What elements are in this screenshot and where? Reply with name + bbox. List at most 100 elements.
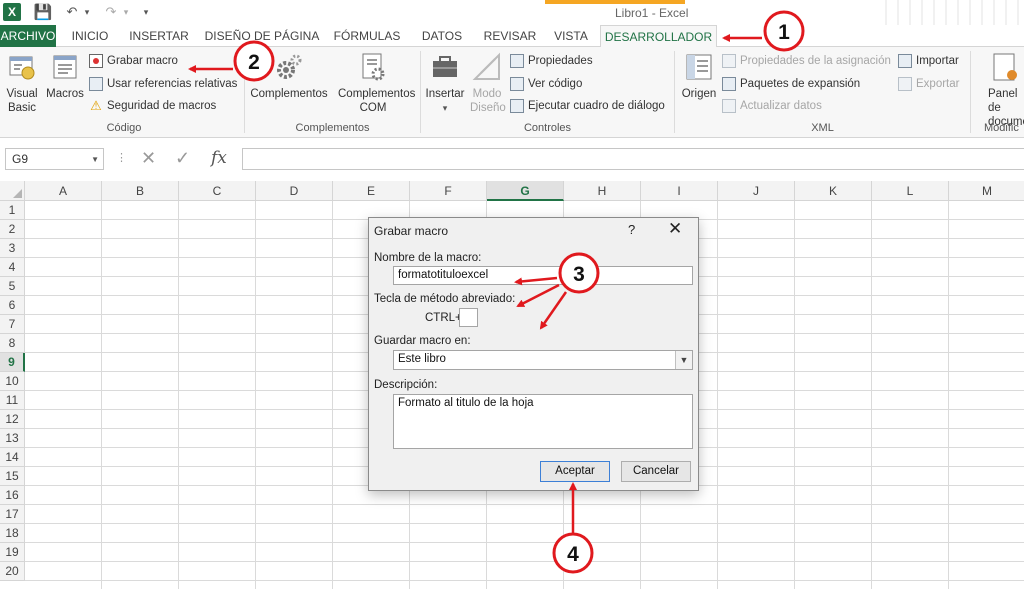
row-header[interactable]: 17 — [0, 505, 25, 524]
run-dialog-icon — [510, 99, 524, 113]
name-box-dropdown-icon[interactable]: ▼ — [91, 155, 99, 164]
row-header[interactable]: 11 — [0, 391, 25, 410]
tecla-metodo-label: Tecla de método abreviado: — [374, 293, 516, 305]
column-header[interactable]: H — [564, 181, 641, 201]
row-header[interactable]: 9 — [0, 353, 25, 372]
importar-button[interactable]: Importar — [898, 51, 959, 71]
complementos-button[interactable]: Complementos — [248, 51, 330, 101]
title-bar: X 💾 ↶ ▾ ↷ ▾ ▾ Libro1 - Excel — [0, 0, 1024, 25]
row-header[interactable]: 14 — [0, 448, 25, 467]
map-properties-icon — [722, 54, 736, 68]
origen-button[interactable]: Origen — [680, 51, 718, 101]
row-header[interactable]: 10 — [0, 372, 25, 391]
insertar-control-button[interactable]: Insertar ▾ — [424, 51, 466, 115]
paquetes-expansion-button[interactable]: Paquetes de expansión — [722, 74, 860, 94]
guardar-macro-select[interactable]: Este libro ▼ — [393, 350, 693, 370]
row-header[interactable]: 4 — [0, 258, 25, 277]
tab-diseno-pagina[interactable]: DISEÑO DE PÁGINA — [204, 25, 320, 47]
column-header[interactable]: A — [25, 181, 102, 201]
aceptar-button[interactable]: Aceptar — [540, 461, 610, 482]
column-header[interactable]: J — [718, 181, 795, 201]
tab-desarrollador[interactable]: DESARROLLADOR — [600, 25, 717, 48]
descripcion-textarea[interactable]: Formato al titulo de la hoja — [393, 394, 693, 449]
help-button[interactable]: ? — [628, 222, 635, 237]
chevron-down-icon[interactable]: ▼ — [675, 351, 692, 369]
tab-revisar[interactable]: REVISAR — [479, 25, 541, 47]
usar-referencias-button[interactable]: Usar referencias relativas — [89, 74, 237, 94]
macros-icon — [49, 51, 81, 83]
group-label-complementos: Complementos — [295, 122, 370, 134]
column-header[interactable]: G — [487, 181, 564, 201]
row-header[interactable]: 8 — [0, 334, 25, 353]
nombre-macro-input[interactable]: formatotituloexcel — [393, 266, 693, 285]
redo-dropdown-icon[interactable]: ▾ — [121, 3, 131, 21]
column-header[interactable]: F — [410, 181, 487, 201]
insert-function-icon[interactable]: fx — [211, 148, 227, 168]
row-header[interactable]: 12 — [0, 410, 25, 429]
propiedades-asignacion-button[interactable]: Propiedades de la asignación — [722, 51, 891, 71]
row-header[interactable]: 15 — [0, 467, 25, 486]
row-header[interactable]: 13 — [0, 429, 25, 448]
grabar-macro-button[interactable]: Grabar macro — [89, 51, 178, 71]
panel-documentos-button[interactable]: Panel de documen — [974, 51, 1024, 129]
customize-quick-access-icon[interactable]: ▾ — [141, 3, 151, 21]
ver-codigo-button[interactable]: Ver código — [510, 74, 582, 94]
visual-basic-button[interactable]: Visual Basic — [4, 51, 40, 115]
macros-button[interactable]: Macros — [44, 51, 86, 101]
exportar-button[interactable]: Exportar — [898, 74, 959, 94]
seguridad-macros-button[interactable]: ⚠ Seguridad de macros — [89, 96, 216, 116]
tab-datos[interactable]: DATOS — [416, 25, 468, 47]
propiedades-button[interactable]: Propiedades — [510, 51, 593, 71]
relative-references-icon — [89, 77, 103, 91]
row-header[interactable]: 19 — [0, 543, 25, 562]
refresh-data-icon — [722, 99, 736, 113]
column-header[interactable]: E — [333, 181, 410, 201]
column-header[interactable]: D — [256, 181, 333, 201]
row-header[interactable]: 5 — [0, 277, 25, 296]
enter-check-icon[interactable]: ✓ — [175, 148, 190, 169]
column-header[interactable]: C — [179, 181, 256, 201]
tab-inicio[interactable]: INICIO — [64, 25, 116, 47]
ctrl-label: CTRL+ — [425, 312, 462, 324]
name-box[interactable]: G9 ▼ — [5, 148, 104, 170]
column-header[interactable]: B — [102, 181, 179, 201]
tab-insertar[interactable]: INSERTAR — [126, 25, 192, 47]
undo-dropdown-icon[interactable]: ▾ — [82, 3, 92, 21]
row-header[interactable]: 3 — [0, 239, 25, 258]
tab-vista[interactable]: VISTA — [549, 25, 593, 47]
tab-formulas[interactable]: FÓRMULAS — [330, 25, 404, 47]
row-header[interactable]: 1 — [0, 201, 25, 220]
row-header[interactable]: 2 — [0, 220, 25, 239]
row-header[interactable]: 7 — [0, 315, 25, 334]
row-header[interactable]: 6 — [0, 296, 25, 315]
warning-icon: ⚠ — [90, 98, 102, 113]
guardar-macro-label: Guardar macro en: — [374, 335, 471, 347]
actualizar-datos-button[interactable]: Actualizar datos — [722, 96, 822, 116]
column-header[interactable]: L — [872, 181, 949, 201]
formula-bar-grip-icon[interactable]: ⋮ — [116, 151, 127, 164]
cancelar-button[interactable]: Cancelar — [621, 461, 691, 482]
row-header[interactable]: 20 — [0, 562, 25, 581]
column-header[interactable]: M — [949, 181, 1024, 201]
column-header[interactable]: K — [795, 181, 872, 201]
origen-label: Origen — [681, 88, 717, 100]
row-header[interactable]: 16 — [0, 486, 25, 505]
select-all-button[interactable] — [0, 181, 25, 201]
complementos-com-button[interactable]: Complementos COM — [332, 51, 415, 115]
ejecutar-cuadro-button[interactable]: Ejecutar cuadro de diálogo — [510, 96, 665, 116]
save-icon[interactable]: 💾 — [34, 3, 53, 21]
view-code-icon — [510, 77, 524, 91]
tab-archivo[interactable]: ARCHIVO — [0, 25, 56, 47]
nombre-macro-label: Nombre de la macro: — [374, 252, 482, 264]
modo-diseno-button[interactable]: Modo Diseño — [468, 51, 506, 115]
close-icon[interactable]: ✕ — [668, 219, 682, 239]
export-icon — [898, 77, 912, 91]
row-header[interactable]: 18 — [0, 524, 25, 543]
cancel-icon[interactable]: ✕ — [141, 148, 156, 169]
ribbon-tab-bar: ARCHIVO INICIO INSERTAR DISEÑO DE PÁGINA… — [0, 25, 1024, 48]
shortcut-key-input[interactable] — [459, 308, 478, 327]
column-header[interactable]: I — [641, 181, 718, 201]
redo-icon[interactable]: ↷ — [103, 3, 119, 21]
formula-input[interactable] — [242, 148, 1024, 170]
undo-icon[interactable]: ↶ — [64, 3, 80, 21]
